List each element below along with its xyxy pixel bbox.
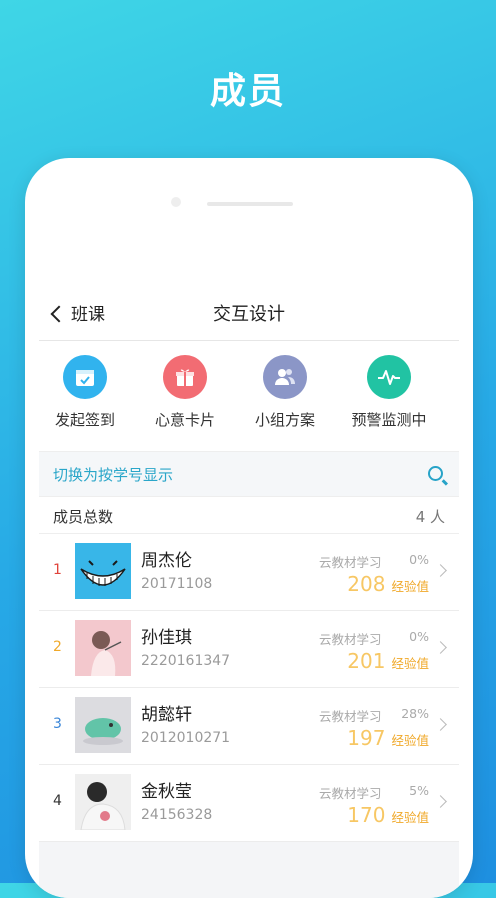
member-summary: 成员总数 4 人 bbox=[39, 496, 459, 534]
rank-number: 3 bbox=[53, 716, 62, 732]
action-label: 发起签到 bbox=[54, 411, 115, 429]
experience-value: 201 bbox=[347, 649, 386, 673]
member-row[interactable]: 1 周杰伦 20171108 云教材学习 0% 208 经验值 bbox=[39, 534, 459, 611]
member-id: 24156328 bbox=[141, 807, 213, 823]
course-label: 云教材学习 bbox=[319, 555, 382, 570]
switch-display-row[interactable]: 切换为按学号显示 bbox=[39, 451, 459, 496]
member-id: 2012010271 bbox=[141, 730, 231, 746]
chevron-right-icon bbox=[434, 795, 447, 808]
experience: 201 经验值 bbox=[347, 649, 429, 673]
action-bar: 发起签到 心意卡片 小组方案 预警监测中 bbox=[39, 341, 459, 451]
summary-label: 成员总数 bbox=[53, 508, 114, 526]
experience-unit: 经验值 bbox=[391, 656, 429, 671]
member-name: 金秋莹 bbox=[141, 782, 192, 802]
chevron-right-icon bbox=[434, 564, 447, 577]
course-label: 云教材学习 bbox=[319, 632, 382, 647]
action-label: 小组方案 bbox=[254, 411, 315, 429]
action-checkin[interactable]: 发起签到 bbox=[35, 355, 135, 430]
member-name: 周杰伦 bbox=[141, 551, 192, 571]
progress-percent: 0% bbox=[409, 552, 429, 567]
action-group[interactable]: 小组方案 bbox=[235, 355, 335, 430]
experience-unit: 经验值 bbox=[391, 810, 429, 825]
experience: 197 经验值 bbox=[347, 726, 429, 750]
page-headline: 成员 bbox=[209, 71, 286, 112]
chevron-right-icon bbox=[434, 641, 447, 654]
rank-number: 1 bbox=[53, 562, 62, 578]
member-row[interactable]: 4 金秋莹 24156328 云教材学习 5% 170 经验值 bbox=[39, 765, 459, 842]
search-icon[interactable] bbox=[428, 466, 443, 481]
gift-icon bbox=[163, 355, 207, 399]
rank-number: 2 bbox=[53, 639, 62, 655]
progress-percent: 5% bbox=[409, 783, 429, 798]
experience-value: 197 bbox=[347, 726, 386, 750]
progress-percent: 28% bbox=[401, 706, 429, 721]
action-monitor[interactable]: 预警监测中 bbox=[339, 355, 439, 430]
avatar bbox=[75, 697, 131, 753]
course-label: 云教材学习 bbox=[319, 709, 382, 724]
experience-unit: 经验值 bbox=[391, 579, 429, 594]
calendar-icon bbox=[63, 355, 107, 399]
member-row[interactable]: 3 胡懿轩 2012010271 云教材学习 28% 197 经验值 bbox=[39, 688, 459, 765]
member-row[interactable]: 2 孙佳琪 2220161347 云教材学习 0% 201 经验值 bbox=[39, 611, 459, 688]
avatar bbox=[75, 774, 131, 830]
experience: 170 经验值 bbox=[347, 803, 429, 827]
experience-value: 170 bbox=[347, 803, 386, 827]
nav-bar: 班课 交互设计 bbox=[39, 282, 459, 341]
member-id: 2220161347 bbox=[141, 653, 231, 669]
experience-value: 208 bbox=[347, 572, 386, 596]
phone-frame: 班课 交互设计 发起签到 心意卡片 小组方案 预警监测中 切换为按学号显示 成员… bbox=[25, 158, 473, 898]
switch-display-label[interactable]: 切换为按学号显示 bbox=[53, 464, 173, 485]
group-icon bbox=[263, 355, 307, 399]
chevron-right-icon bbox=[434, 718, 447, 731]
rank-number: 4 bbox=[53, 793, 62, 809]
app-screen: 班课 交互设计 发起签到 心意卡片 小组方案 预警监测中 切换为按学号显示 成员… bbox=[39, 282, 459, 898]
experience-unit: 经验值 bbox=[391, 733, 429, 748]
member-name: 孙佳琪 bbox=[141, 628, 192, 648]
avatar bbox=[75, 620, 131, 676]
course-label: 云教材学习 bbox=[319, 786, 382, 801]
camera-dot bbox=[171, 197, 181, 207]
page-title: 交互设计 bbox=[213, 304, 285, 325]
action-label: 预警监测中 bbox=[351, 411, 427, 429]
member-count: 4 人 bbox=[415, 508, 445, 526]
pulse-icon bbox=[367, 355, 411, 399]
progress-percent: 0% bbox=[409, 629, 429, 644]
member-name: 胡懿轩 bbox=[141, 705, 192, 725]
action-card[interactable]: 心意卡片 bbox=[135, 355, 235, 430]
member-id: 20171108 bbox=[141, 576, 213, 592]
action-label: 心意卡片 bbox=[154, 411, 215, 429]
avatar bbox=[75, 543, 131, 599]
experience: 208 经验值 bbox=[347, 572, 429, 596]
speaker-grill bbox=[207, 202, 293, 206]
